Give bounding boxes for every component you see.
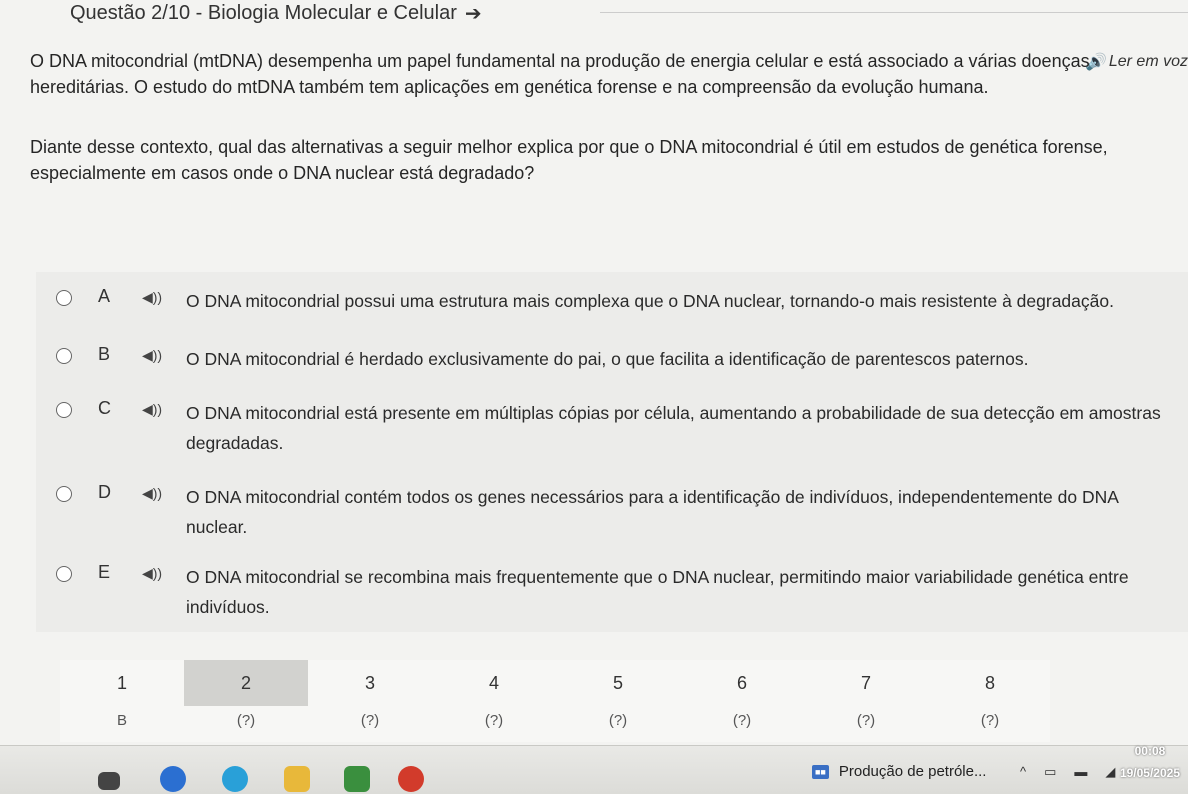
nav-answer: (?) xyxy=(236,712,256,729)
nav-question-8[interactable]: 8 (?) xyxy=(928,660,1052,742)
store-icon[interactable] xyxy=(344,766,370,792)
option-letter: A xyxy=(98,286,111,306)
option-letter: B xyxy=(98,344,111,364)
radio-d[interactable] xyxy=(56,486,72,502)
nav-number: 2 xyxy=(184,660,308,706)
nav-answer: (?) xyxy=(856,712,876,729)
question-navigation: 1 B 2 (?) 3 (?) 4 (?) 5 (?) 6 (?) 7 (?) … xyxy=(60,660,1050,742)
taskbar: ■■ Produção de petróle... ^ ▭ ▬ ◢ 00:08 … xyxy=(0,744,1188,794)
option-text: O DNA mitocondrial está presente em múlt… xyxy=(186,403,1161,453)
radio-c[interactable] xyxy=(56,402,72,418)
option-letter: C xyxy=(98,398,111,418)
network-icon[interactable]: ▭ xyxy=(1044,764,1056,780)
clock-time: 00:08 xyxy=(1134,744,1166,758)
question-paragraph-1: O DNA mitocondrial (mtDNA) desempenha um… xyxy=(30,51,1090,97)
option-text: O DNA mitocondrial possui uma estrutura … xyxy=(186,291,1114,311)
nav-answer: (?) xyxy=(360,712,380,729)
nav-answer: (?) xyxy=(484,712,504,729)
speaker-icon[interactable]: ◀)) xyxy=(142,401,162,418)
nav-number: 3 xyxy=(364,673,375,693)
nav-number: 4 xyxy=(488,673,499,693)
clock[interactable]: 00:08 19/05/2025 xyxy=(1120,740,1180,784)
arrow-right-icon[interactable]: ➔ xyxy=(465,1,482,26)
nav-answer: (?) xyxy=(732,712,752,729)
browser-icon[interactable] xyxy=(222,766,248,792)
nav-question-2[interactable]: 2 (?) xyxy=(184,660,308,742)
chevron-up-icon[interactable]: ^ xyxy=(1020,764,1026,780)
nav-question-1[interactable]: 1 B xyxy=(60,660,184,742)
notification-item[interactable]: ■■ Produção de petróle... xyxy=(812,763,986,780)
speaker-icon[interactable]: ◀)) xyxy=(142,565,162,582)
wifi-icon[interactable]: ◢ xyxy=(1105,764,1115,780)
speaker-icon[interactable]: ◀)) xyxy=(142,289,162,306)
nav-answer: (?) xyxy=(608,712,628,729)
radio-e[interactable] xyxy=(56,566,72,582)
nav-question-5[interactable]: 5 (?) xyxy=(556,660,680,742)
taskview-icon[interactable] xyxy=(98,772,120,790)
radio-a[interactable] xyxy=(56,290,72,306)
nav-question-4[interactable]: 4 (?) xyxy=(432,660,556,742)
radio-b[interactable] xyxy=(56,348,72,364)
title-divider xyxy=(600,12,1188,13)
nav-number: 8 xyxy=(984,673,995,693)
question-title-text: Questão 2/10 - Biologia Molecular e Celu… xyxy=(70,1,457,24)
option-letter: E xyxy=(98,562,111,582)
news-icon: ■■ xyxy=(812,764,829,779)
nav-number: 5 xyxy=(612,673,623,693)
clock-date: 19/05/2025 xyxy=(1119,766,1180,780)
system-tray: ^ ▭ ▬ ◢ xyxy=(1020,764,1115,780)
nav-question-3[interactable]: 3 (?) xyxy=(308,660,432,742)
nav-number: 6 xyxy=(736,673,747,693)
nav-answer: (?) xyxy=(980,712,1000,729)
nav-question-7[interactable]: 7 (?) xyxy=(804,660,928,742)
answer-options: A ◀)) O DNA mitocondrial possui uma estr… xyxy=(36,272,1188,632)
option-text: O DNA mitocondrial é herdado exclusivame… xyxy=(186,349,1029,369)
option-text: O DNA mitocondrial se recombina mais fre… xyxy=(186,567,1129,617)
nav-number: 7 xyxy=(860,673,871,693)
speaker-icon[interactable]: ◀)) xyxy=(142,485,162,502)
nav-answer: B xyxy=(116,712,127,729)
question-title: Questão 2/10 - Biologia Molecular e Celu… xyxy=(70,0,482,26)
notification-text: Produção de petróle... xyxy=(838,763,987,780)
office-icon[interactable] xyxy=(398,766,424,792)
nav-question-6[interactable]: 6 (?) xyxy=(680,660,804,742)
edge-icon[interactable] xyxy=(160,766,186,792)
question-paragraph-2: Diante desse contexto, qual das alternat… xyxy=(30,137,1108,183)
nav-number: 1 xyxy=(116,673,127,693)
option-text: O DNA mitocondrial contém todos os genes… xyxy=(186,487,1118,537)
option-letter: D xyxy=(98,482,111,502)
battery-icon[interactable]: ▬ xyxy=(1074,764,1087,780)
folder-icon[interactable] xyxy=(284,766,310,792)
speaker-icon[interactable]: ◀)) xyxy=(142,347,162,364)
